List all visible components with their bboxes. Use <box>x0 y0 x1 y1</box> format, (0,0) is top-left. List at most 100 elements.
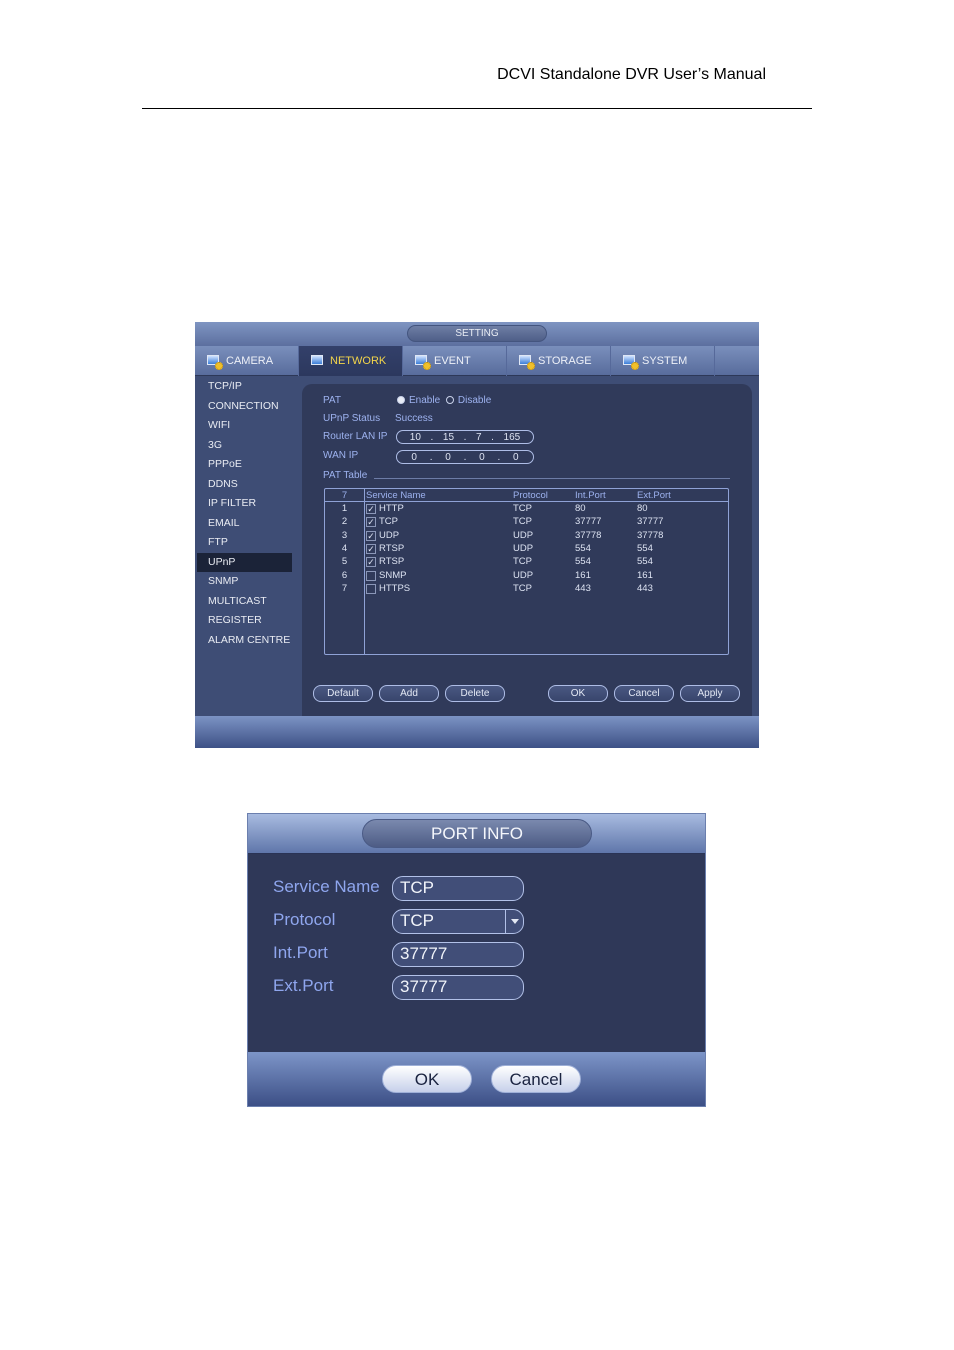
table-row[interactable]: 2 ✓ TCP TCP 37777 37777 <box>325 515 728 528</box>
tab-label: EVENT <box>434 355 471 367</box>
tab-label: NETWORK <box>330 355 387 367</box>
tab-label: CAMERA <box>226 355 274 367</box>
tab-system[interactable]: SYSTEM <box>611 346 715 376</box>
header-protocol[interactable]: Protocol <box>513 489 548 502</box>
tab-network[interactable]: NETWORK <box>299 346 403 376</box>
event-gear-icon <box>415 354 431 370</box>
service-name: HTTPS <box>379 582 411 594</box>
header-int-port[interactable]: Int.Port <box>575 489 606 502</box>
ip-octet-2[interactable]: 0 <box>445 452 451 463</box>
port-info-titlebar: PORT INFO <box>248 814 705 854</box>
header-service-name[interactable]: Service Name <box>366 489 426 502</box>
checkbox-checked-icon[interactable]: ✓ <box>366 557 376 568</box>
int-port: 161 <box>575 569 591 581</box>
sidebar-item-email[interactable]: EMAIL <box>195 514 295 534</box>
service-name: SNMP <box>379 569 407 581</box>
row-number: 7 <box>341 582 348 594</box>
sidebar-item-register[interactable]: REGISTER <box>195 611 295 631</box>
setting-footer <box>195 716 759 748</box>
ext-port: 37777 <box>637 516 664 528</box>
ip-octet-1[interactable]: 0 <box>411 452 417 463</box>
port-ok-button[interactable]: OK <box>382 1065 472 1093</box>
sidebar-item-ddns[interactable]: DDNS <box>195 475 295 495</box>
protocol: UDP <box>513 529 534 541</box>
tab-storage[interactable]: STORAGE <box>507 346 611 376</box>
upnp-status-label: UPnP Status <box>323 413 381 424</box>
cancel-button[interactable]: Cancel <box>614 685 674 702</box>
sidebar-item-ip-filter[interactable]: IP FILTER <box>195 494 295 514</box>
protocol-value: TCP <box>400 911 434 930</box>
tab-camera[interactable]: CAMERA <box>195 346 299 376</box>
checkbox-unchecked-icon[interactable] <box>366 583 376 594</box>
sidebar-item-ftp[interactable]: FTP <box>195 533 295 553</box>
add-button[interactable]: Add <box>379 685 439 702</box>
setting-title: SETTING <box>407 325 547 342</box>
int-port: 80 <box>575 503 586 514</box>
setting-window: SETTING CAMERA NETWORK EVENT STORAGE SYS… <box>195 322 759 748</box>
sidebar-item-connection[interactable]: CONNECTION <box>195 397 295 417</box>
protocol-label: Protocol <box>273 910 336 929</box>
pat-table-divider <box>374 478 730 479</box>
ext-port: 80 <box>637 503 648 514</box>
checkbox-checked-icon[interactable]: ✓ <box>366 543 376 554</box>
sidebar-item-wifi[interactable]: WIFI <box>195 416 295 436</box>
router-lan-ip-input[interactable]: 10. 15. 7. 165 <box>396 430 534 444</box>
default-button[interactable]: Default <box>313 685 373 702</box>
service-name: TCP <box>379 516 398 528</box>
pat-disable-radio[interactable]: Disable <box>445 395 491 406</box>
pat-label: PAT <box>323 395 341 406</box>
ip-octet-1[interactable]: 10 <box>410 432 421 443</box>
int-port: 37778 <box>575 529 602 541</box>
network-icon <box>311 354 327 368</box>
checkbox-checked-icon[interactable]: ✓ <box>366 530 376 541</box>
protocol-select[interactable]: TCP <box>392 909 524 934</box>
tab-label: SYSTEM <box>642 355 688 367</box>
sidebar-item-multicast[interactable]: MULTICAST <box>195 592 295 612</box>
checkbox-checked-icon[interactable]: ✓ <box>366 504 376 514</box>
ext-port-input[interactable]: 37777 <box>392 975 524 1000</box>
table-row[interactable]: 5 ✓ RTSP TCP 554 554 <box>325 555 728 568</box>
ip-octet-4[interactable]: 165 <box>504 432 521 443</box>
tab-event[interactable]: EVENT <box>403 346 507 376</box>
ip-octet-3[interactable]: 0 <box>479 452 485 463</box>
sidebar-item-upnp[interactable]: UPnP <box>197 552 292 572</box>
ext-port: 443 <box>637 582 653 594</box>
header-ext-port[interactable]: Ext.Port <box>637 489 671 502</box>
ip-octet-3[interactable]: 7 <box>476 432 482 443</box>
document-header: DCVI Standalone DVR User’s Manual <box>497 66 766 83</box>
table-row[interactable]: 1 ✓ HTTP TCP 80 80 <box>325 502 728 515</box>
wan-ip-input[interactable]: 0. 0. 0. 0 <box>396 450 534 464</box>
service-name: RTSP <box>379 542 405 554</box>
ip-octet-2[interactable]: 15 <box>443 432 454 443</box>
service-name-input[interactable]: TCP <box>392 876 524 901</box>
service-name-label: Service Name <box>273 877 380 896</box>
wan-ip-label: WAN IP <box>323 450 359 461</box>
table-header: 7 Service Name Protocol Int.Port Ext.Por… <box>325 489 728 502</box>
apply-button[interactable]: Apply <box>680 685 740 702</box>
service-name: UDP <box>379 529 400 541</box>
port-cancel-button[interactable]: Cancel <box>491 1065 581 1093</box>
router-lan-ip-label: Router LAN IP <box>323 431 388 442</box>
sidebar-item-alarm-centre[interactable]: ALARM CENTRE <box>195 631 295 651</box>
table-row[interactable]: 3 ✓ UDP UDP 37778 37778 <box>325 529 728 542</box>
ext-port: 554 <box>637 556 653 568</box>
int-port-input[interactable]: 37777 <box>392 942 524 967</box>
checkbox-unchecked-icon[interactable] <box>366 570 376 581</box>
row-number: 1 <box>341 503 348 514</box>
sidebar-item-3g[interactable]: 3G <box>195 436 295 456</box>
checkbox-checked-icon[interactable]: ✓ <box>366 517 376 528</box>
chevron-down-icon[interactable] <box>505 910 523 933</box>
delete-button[interactable]: Delete <box>445 685 505 702</box>
table-row[interactable]: 4 ✓ RTSP UDP 554 554 <box>325 542 728 555</box>
ok-button[interactable]: OK <box>548 685 608 702</box>
table-row[interactable]: 6 SNMP UDP 161 161 <box>325 569 728 582</box>
protocol: UDP <box>513 542 534 554</box>
ip-octet-4[interactable]: 0 <box>513 452 519 463</box>
sidebar-item-snmp[interactable]: SNMP <box>195 572 295 592</box>
sidebar-item-tcpip[interactable]: TCP/IP <box>195 377 295 397</box>
sidebar-item-pppoe[interactable]: PPPoE <box>195 455 295 475</box>
table-row[interactable]: 7 HTTPS TCP 443 443 <box>325 582 728 595</box>
pat-enable-radio[interactable]: Enable <box>397 395 440 406</box>
ext-port: 37778 <box>637 529 664 541</box>
upnp-status-value: Success <box>395 413 433 424</box>
